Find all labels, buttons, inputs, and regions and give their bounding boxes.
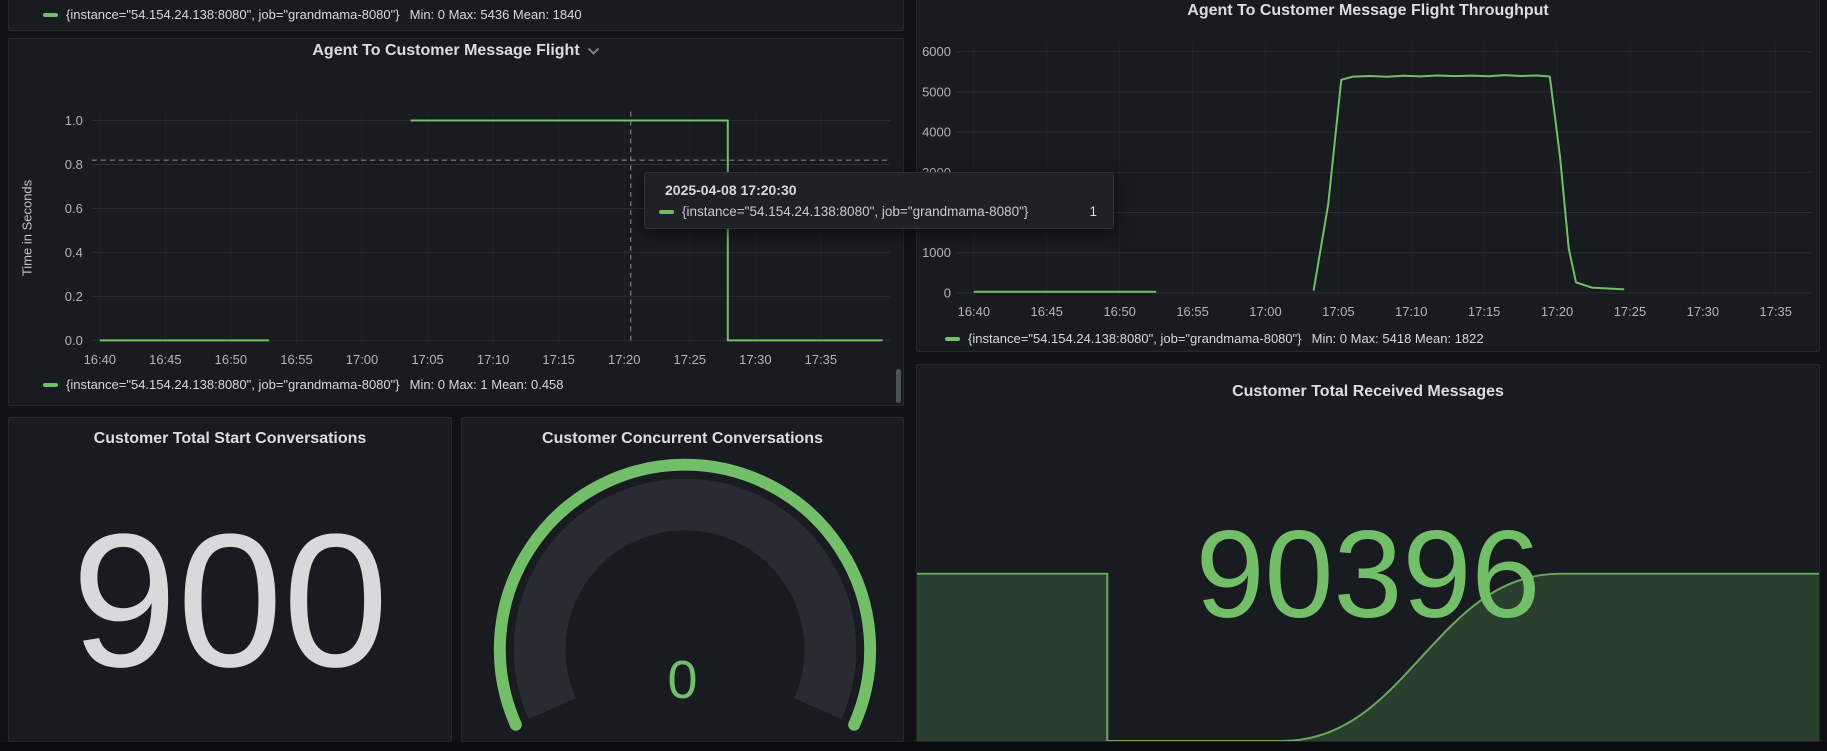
svg-text:1.0: 1.0 — [65, 113, 83, 128]
series-color-marker — [43, 383, 58, 387]
svg-text:0.8: 0.8 — [65, 157, 83, 172]
tooltip-timestamp: 2025-04-08 17:20:30 — [665, 182, 1097, 198]
svg-text:17:35: 17:35 — [1760, 304, 1792, 319]
svg-text:16:40: 16:40 — [958, 304, 990, 319]
panel-total-start-conversations: Customer Total Start Conversations 900 — [8, 417, 452, 742]
svg-text:0.0: 0.0 — [65, 333, 83, 348]
gauge-value: 0 — [462, 653, 903, 707]
legend-stats: Min: 0 Max: 5436 Mean: 1840 — [410, 7, 582, 22]
svg-text:4000: 4000 — [922, 125, 951, 140]
svg-text:16:40: 16:40 — [84, 352, 116, 367]
legend-stats: Min: 0 Max: 1 Mean: 0.458 — [410, 377, 564, 392]
legend-row: {instance="54.154.24.138:8080", job="gra… — [43, 7, 582, 22]
svg-text:17:05: 17:05 — [411, 352, 443, 367]
svg-text:17:10: 17:10 — [477, 352, 509, 367]
legend-row: {instance="54.154.24.138:8080", job="gra… — [945, 331, 1484, 346]
series-color-marker — [43, 13, 58, 17]
tooltip-series-row: {instance="54.154.24.138:8080", job="gra… — [659, 204, 1097, 219]
legend-series-label[interactable]: {instance="54.154.24.138:8080", job="gra… — [66, 7, 400, 22]
svg-text:0.2: 0.2 — [65, 289, 83, 304]
svg-text:0.4: 0.4 — [65, 245, 83, 260]
tooltip-series-value: 1 — [1075, 204, 1097, 219]
svg-text:16:55: 16:55 — [1176, 304, 1208, 319]
legend-row: {instance="54.154.24.138:8080", job="gra… — [43, 377, 564, 392]
svg-text:16:45: 16:45 — [1031, 304, 1063, 319]
legend-series-label[interactable]: {instance="54.154.24.138:8080", job="gra… — [968, 331, 1302, 346]
panel-title-text: Customer Total Start Conversations — [94, 430, 367, 447]
svg-text:17:20: 17:20 — [608, 352, 640, 367]
svg-text:17:00: 17:00 — [1249, 304, 1281, 319]
svg-text:16:45: 16:45 — [149, 352, 181, 367]
panel-concurrent-conversations: Customer Concurrent Conversations 0 — [461, 417, 904, 742]
svg-text:6000: 6000 — [922, 44, 951, 59]
svg-text:17:25: 17:25 — [674, 352, 706, 367]
svg-text:17:30: 17:30 — [1687, 304, 1719, 319]
panel-total-received-messages: Customer Total Received Messages 90396 — [916, 364, 1820, 742]
svg-text:0.6: 0.6 — [65, 201, 83, 216]
stat-value: 90396 — [917, 513, 1819, 637]
svg-text:16:50: 16:50 — [215, 352, 247, 367]
legend-series-label[interactable]: {instance="54.154.24.138:8080", job="gra… — [66, 377, 400, 392]
svg-text:17:20: 17:20 — [1541, 304, 1573, 319]
svg-text:17:30: 17:30 — [739, 352, 771, 367]
series-color-marker — [659, 210, 674, 214]
panel-title[interactable]: Customer Total Start Conversations — [9, 430, 451, 448]
svg-text:17:05: 17:05 — [1322, 304, 1354, 319]
svg-text:16:50: 16:50 — [1103, 304, 1135, 319]
svg-text:17:00: 17:00 — [346, 352, 378, 367]
svg-text:16:55: 16:55 — [280, 352, 312, 367]
grafana-dashboard: {instance="54.154.24.138:8080", job="gra… — [0, 0, 1827, 751]
panel-scrollbar-thumb[interactable] — [896, 369, 901, 403]
svg-text:17:25: 17:25 — [1614, 304, 1646, 319]
svg-text:17:15: 17:15 — [542, 352, 574, 367]
svg-text:1000: 1000 — [922, 245, 951, 260]
svg-text:17:35: 17:35 — [805, 352, 837, 367]
svg-text:17:15: 17:15 — [1468, 304, 1500, 319]
legend-stats: Min: 0 Max: 5418 Mean: 1822 — [1312, 331, 1484, 346]
series-color-marker — [945, 337, 960, 341]
page-bottom-gutter — [0, 742, 1827, 751]
chart-tooltip: 2025-04-08 17:20:30 {instance="54.154.24… — [644, 172, 1114, 229]
svg-text:5000: 5000 — [922, 84, 951, 99]
svg-text:0: 0 — [944, 285, 951, 300]
tooltip-series-label: {instance="54.154.24.138:8080", job="gra… — [682, 204, 1028, 219]
stat-value: 900 — [9, 506, 451, 696]
svg-text:17:10: 17:10 — [1395, 304, 1427, 319]
panel-title-text: Customer Total Received Messages — [1232, 383, 1504, 400]
panel-title[interactable]: Customer Total Received Messages — [917, 383, 1819, 401]
panel-top-partial: {instance="54.154.24.138:8080", job="gra… — [8, 0, 904, 31]
